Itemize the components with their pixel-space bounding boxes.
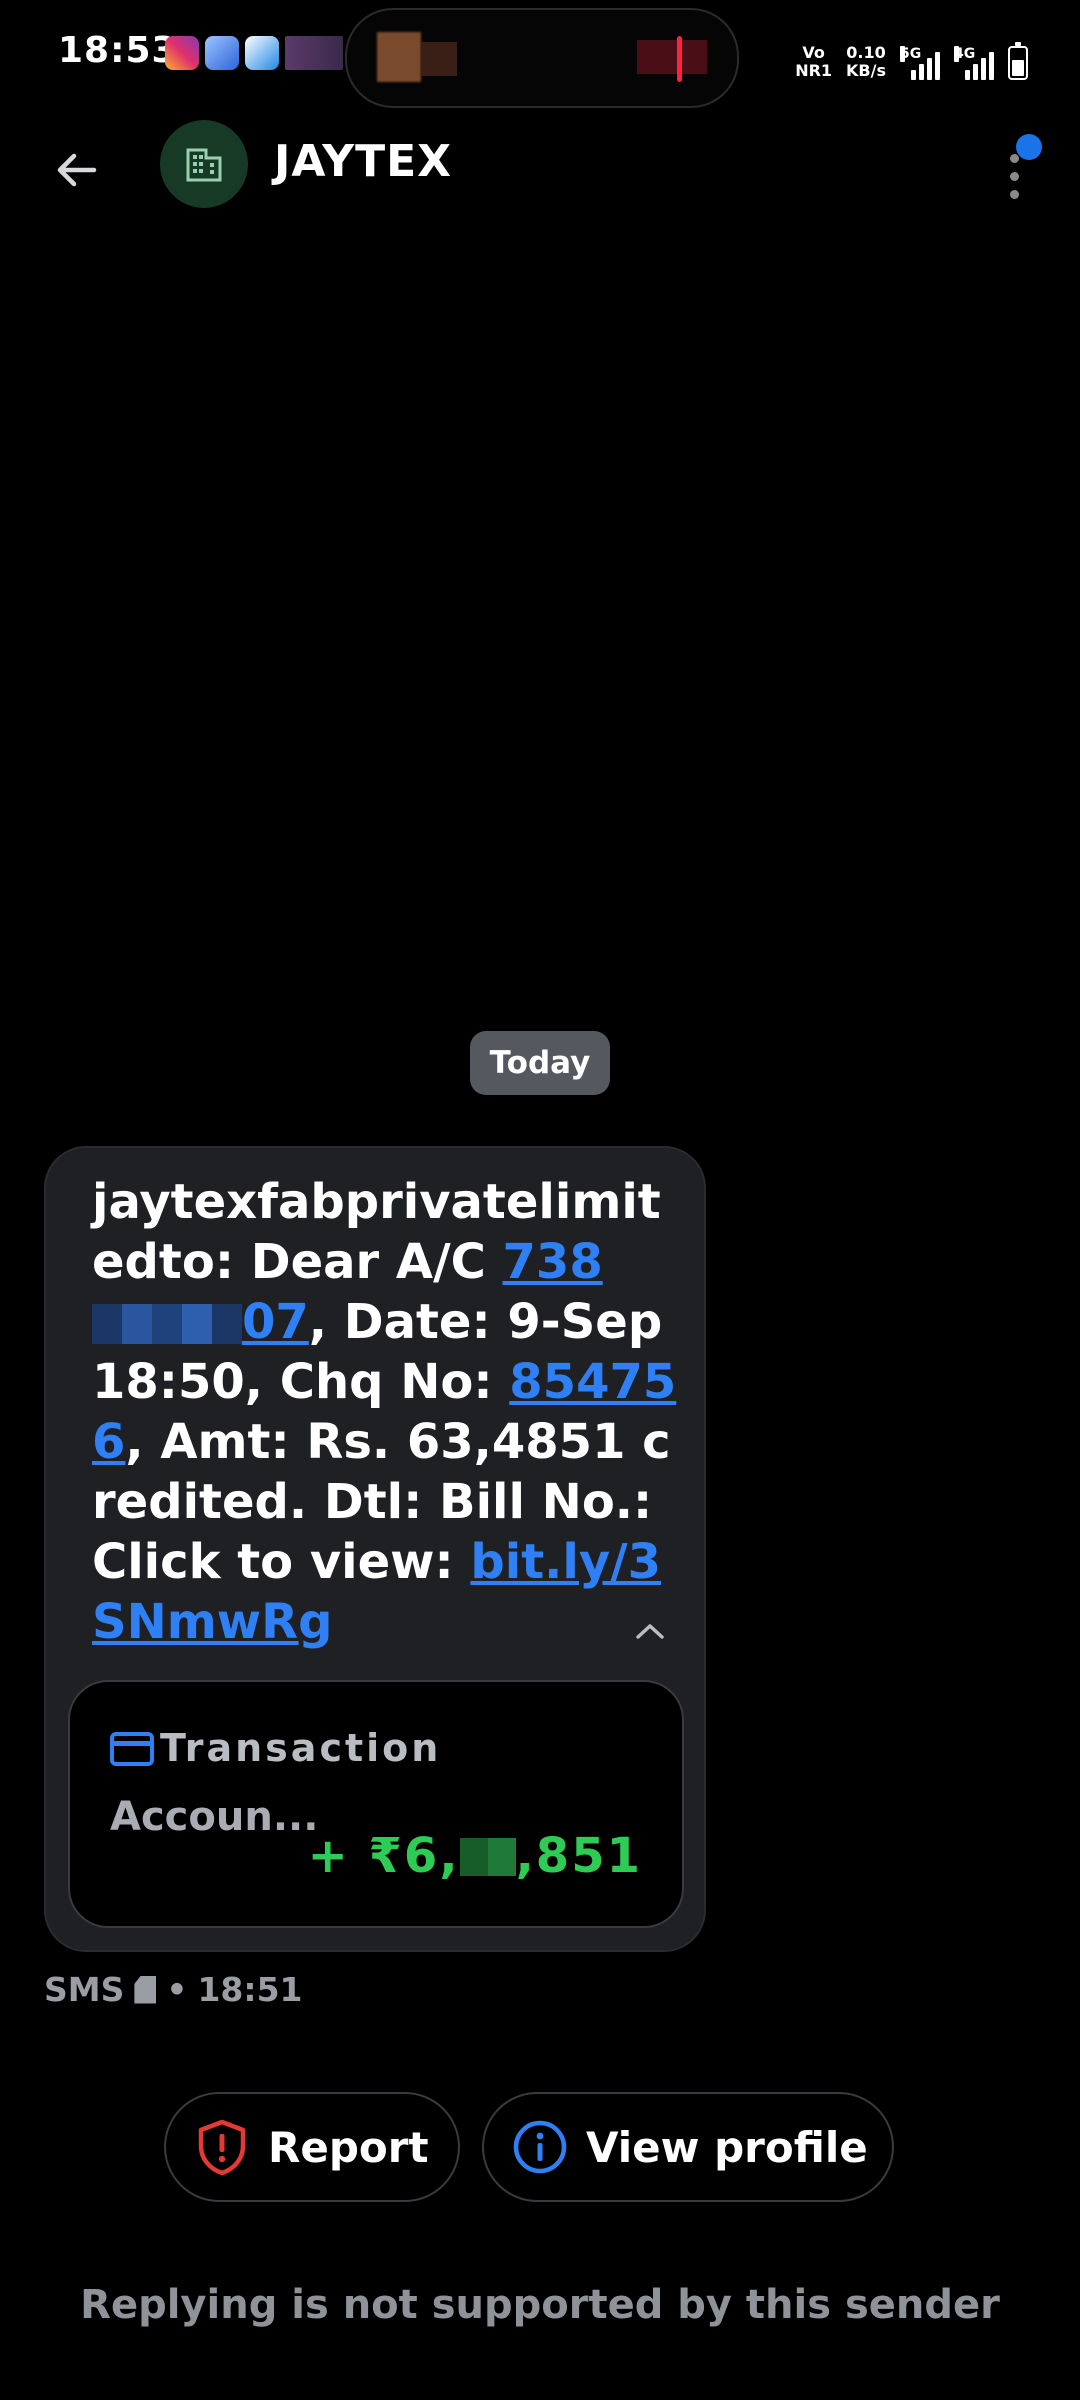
report-label: Report [268, 2122, 429, 2172]
collapse-button[interactable] [620, 1606, 680, 1656]
notification-icons [165, 36, 343, 76]
more-options-button[interactable] [996, 134, 1046, 210]
view-profile-label: View profile [586, 2122, 868, 2172]
redacted-digits [92, 1304, 242, 1344]
conversation-header: JAYTEX [0, 112, 1080, 222]
sender-avatar[interactable] [160, 120, 248, 208]
reply-unsupported-note: Replying is not supported by this sender [80, 2282, 1000, 2328]
app-notification-icon [205, 36, 239, 70]
message-bubble[interactable]: jaytexfabprivatelimitedto: Dear A/C 7380… [44, 1146, 706, 1952]
status-time: 18:53 [58, 30, 178, 71]
recording-indicator [637, 40, 707, 74]
message-channel: SMS [44, 1970, 125, 2009]
volte-indicator: Vo NR1 [795, 43, 833, 80]
transaction-account: Accoun... [110, 1794, 319, 1840]
transaction-title: Transaction [160, 1726, 442, 1770]
status-bar: 18:53 Vo NR1 0.10 KB/s 5G 4G [0, 0, 1080, 112]
network-speed: 0.10 KB/s [846, 43, 886, 80]
redacted-digits [459, 1838, 516, 1876]
signal-4g-icon: 4G [954, 46, 994, 80]
report-button[interactable]: Report [164, 2092, 460, 2202]
back-button[interactable] [44, 138, 108, 202]
media-thumbnail [421, 42, 457, 76]
battery-icon [1008, 42, 1028, 80]
app-notification-icon [245, 36, 279, 70]
message-meta: SMS • 18:51 [44, 1970, 303, 2009]
credit-card-icon [110, 1732, 154, 1766]
message-time: 18:51 [197, 1970, 303, 2009]
recording-dot-icon [677, 36, 682, 82]
shield-alert-icon [194, 2119, 250, 2175]
message-text[interactable]: jaytexfabprivatelimitedto: Dear A/C 7380… [92, 1172, 682, 1652]
signal-5g-icon: 5G [900, 46, 940, 80]
chevron-up-icon [636, 1624, 664, 1639]
date-chip: Today [470, 1031, 610, 1095]
sim-card-icon [134, 1975, 157, 2004]
blurred-notification-icon [285, 36, 343, 70]
building-icon [186, 148, 222, 182]
meta-separator: • [166, 1970, 188, 2009]
more-vert-icon [1010, 154, 1019, 163]
transaction-card[interactable]: Transaction Accoun... + ₹6, ,851 [68, 1680, 684, 1928]
instagram-notification-icon [165, 36, 199, 70]
info-icon [512, 2119, 568, 2175]
notification-badge [1016, 134, 1042, 160]
camera-cutout [345, 8, 739, 108]
system-icons: Vo NR1 0.10 KB/s 5G 4G [795, 36, 1028, 80]
arrow-left-icon [57, 153, 97, 187]
view-profile-button[interactable]: View profile [482, 2092, 894, 2202]
sender-name[interactable]: JAYTEX [274, 136, 452, 187]
transaction-amount: + ₹6, ,851 [307, 1828, 642, 1884]
media-thumbnail [377, 32, 421, 82]
